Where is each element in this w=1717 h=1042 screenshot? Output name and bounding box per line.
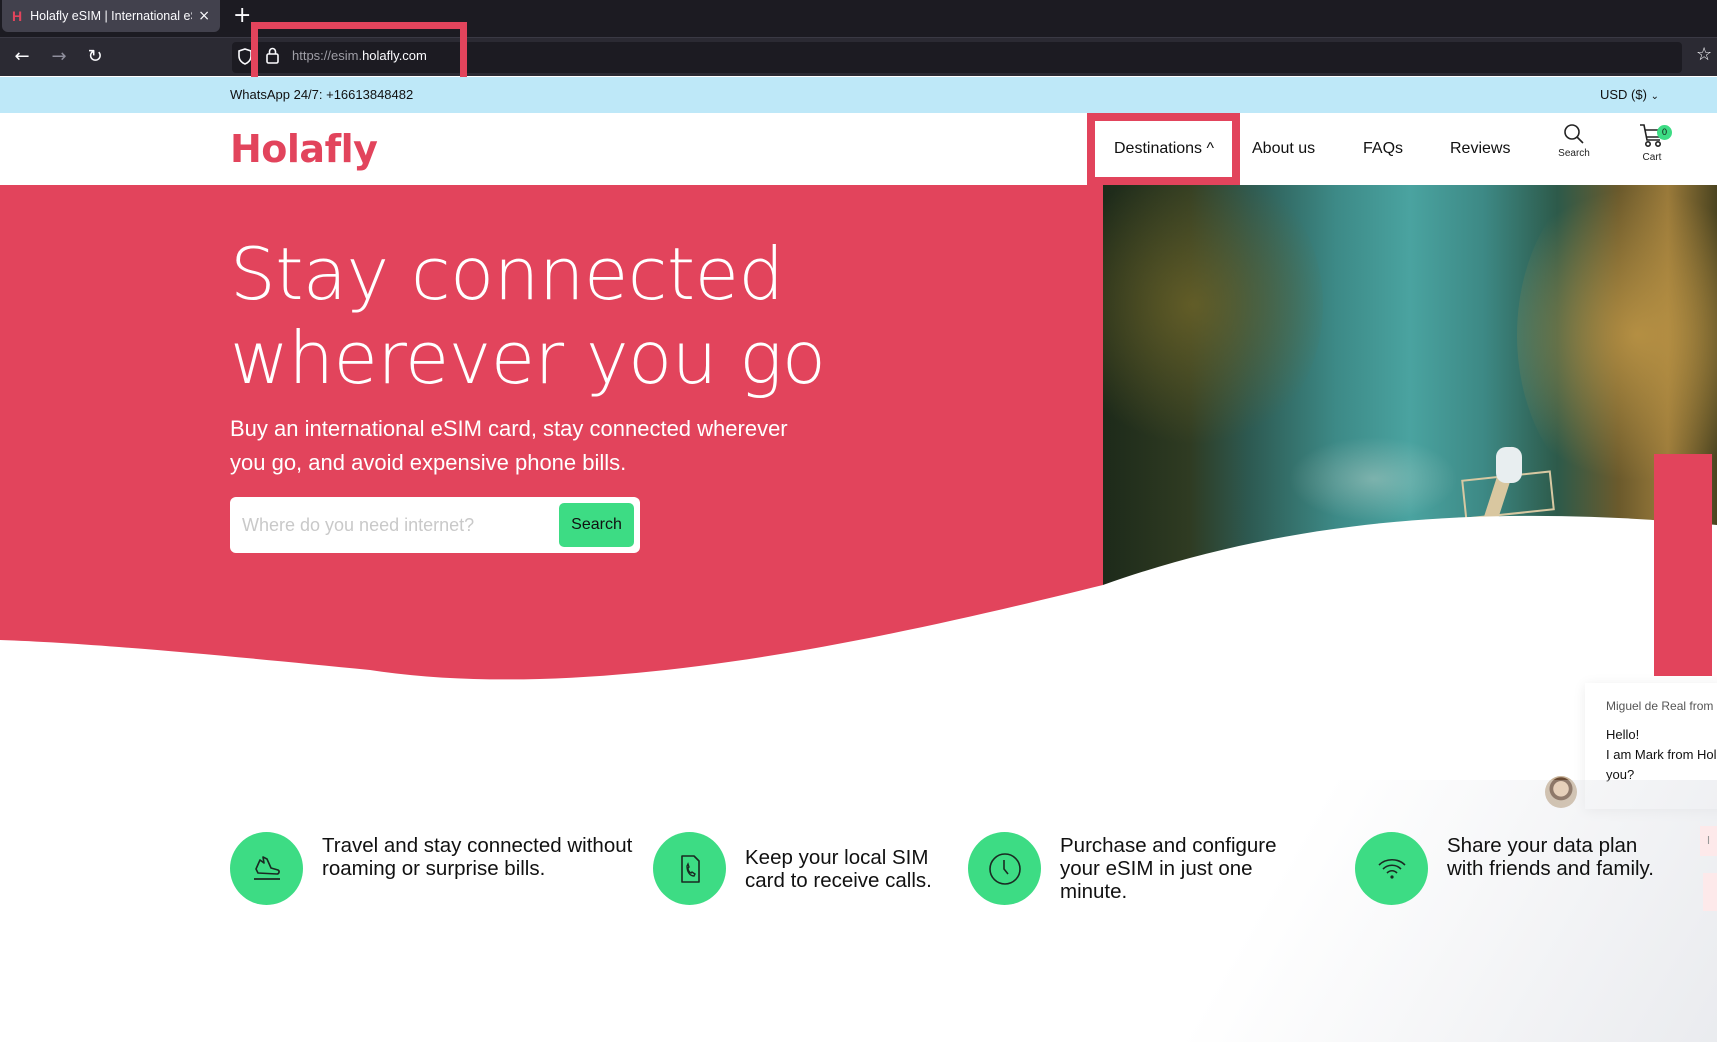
search-icon — [1564, 124, 1584, 144]
shield-icon[interactable] — [238, 48, 252, 65]
feature-item: Purchase and configure your eSIM in just… — [968, 832, 1328, 906]
feature-text: Purchase and configure your eSIM in just… — [1060, 834, 1277, 903]
new-tab-button[interactable]: + — [233, 4, 251, 28]
tab-title: Holafly eSIM | International eSIM — [30, 9, 192, 23]
destination-search-input[interactable] — [242, 507, 542, 543]
chat-sender: Miguel de Real from Holafly — [1606, 699, 1717, 713]
site-header: Holafly Destinations ^ About us FAQs Rev… — [0, 113, 1717, 185]
nav-faqs[interactable]: FAQs — [1363, 140, 1403, 158]
search-button[interactable]: Search — [1556, 123, 1592, 159]
feature-icon-circle — [230, 832, 303, 905]
top-info-bar: WhatsApp 24/7: +16613848482 USD ($) ⌄ — [0, 77, 1717, 113]
chat-message-line: Hello! — [1606, 727, 1640, 742]
chevron-down-icon: ⌄ — [1650, 91, 1659, 102]
chat-message-line: you? — [1606, 767, 1635, 782]
forward-arrow-icon[interactable]: → — [48, 46, 70, 67]
browser-tab-bar: H Holafly eSIM | International eSIM × + — [0, 0, 1717, 37]
chat-popup[interactable]: Miguel de Real from Holafly Hello! I am … — [1585, 683, 1717, 809]
plane-landing-icon — [253, 855, 280, 880]
feature-item: Share your data plan with friends and fa… — [1355, 832, 1695, 906]
feature-text: Travel and stay connected without roamin… — [322, 834, 633, 880]
search-submit-button[interactable]: Search — [559, 503, 634, 547]
bookmark-star-icon[interactable]: ☆ — [1696, 44, 1712, 65]
search-label: Search — [1558, 148, 1590, 159]
nav-about-us[interactable]: About us — [1252, 140, 1315, 158]
browser-toolbar: ← → ↻ https://esim.holafly.com ☆ — [0, 37, 1717, 76]
nav-destinations[interactable]: Destinations ^ — [1114, 140, 1214, 158]
chat-message: Hello! I am Mark from Holafly, how can I… — [1606, 725, 1717, 785]
url-prefix: https://esim. — [292, 48, 363, 63]
headline-line-1: Stay connected — [230, 232, 784, 316]
chat-agent-avatar[interactable] — [1545, 776, 1577, 808]
holafly-logo[interactable]: Holafly — [230, 127, 378, 171]
currency-label: USD ($) — [1600, 87, 1647, 102]
feature-icon-circle — [1355, 832, 1428, 905]
feature-item: Keep your local SIM card to receive call… — [653, 832, 963, 906]
cart-label: Cart — [1642, 152, 1662, 163]
url-text[interactable]: https://esim.holafly.com — [292, 48, 427, 63]
headline-line-2: wherever you go — [230, 316, 826, 400]
whatsapp-contact[interactable]: WhatsApp 24/7: +16613848482 — [230, 87, 413, 102]
url-domain: holafly.com — [362, 48, 427, 63]
feature-text: Keep your local SIM card to receive call… — [745, 846, 932, 892]
back-arrow-icon[interactable]: ← — [11, 46, 33, 67]
hero-headline: Stay connected wherever you go — [230, 232, 826, 400]
feature-icon-circle — [968, 832, 1041, 905]
close-tab-icon[interactable]: × — [198, 8, 210, 24]
holafly-favicon-icon: H — [12, 8, 23, 24]
chat-message-line: I am Mark from Holafly, how can I help — [1606, 747, 1717, 762]
sim-phone-icon — [680, 854, 700, 883]
wifi-icon — [1377, 858, 1406, 879]
lock-icon — [266, 47, 279, 64]
currency-selector[interactable]: USD ($) ⌄ — [1600, 87, 1659, 102]
hero-subtitle: Buy an international eSIM card, stay con… — [230, 416, 788, 475]
nav-reviews[interactable]: Reviews — [1450, 140, 1510, 158]
cart-button[interactable]: 0 Cart — [1635, 123, 1672, 163]
reload-icon[interactable]: ↻ — [84, 46, 106, 67]
side-widget-tab[interactable]: I — [1700, 826, 1717, 856]
feature-icon-circle — [653, 832, 726, 905]
clock-icon — [988, 852, 1021, 885]
cart-count-badge: 0 — [1657, 125, 1672, 140]
destination-search-form: Search — [230, 497, 640, 553]
feature-text: Share your data plan with friends and fa… — [1447, 834, 1654, 880]
background-fade — [1100, 780, 1717, 1042]
side-widget-tab[interactable] — [1703, 873, 1717, 911]
feature-item: Travel and stay connected without roamin… — [230, 832, 632, 906]
side-promo-tab[interactable] — [1654, 454, 1712, 676]
address-bar[interactable] — [232, 42, 1682, 73]
browser-tab-active[interactable]: H Holafly eSIM | International eSIM × — [2, 0, 220, 32]
